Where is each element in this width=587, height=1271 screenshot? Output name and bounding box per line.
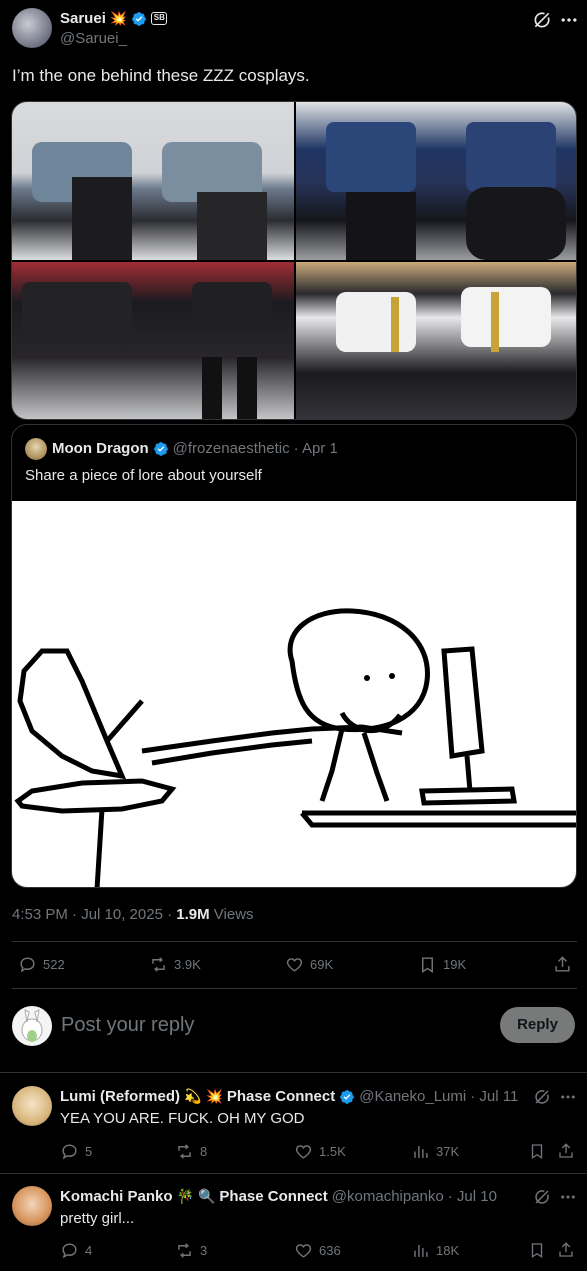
verified-badge-icon bbox=[132, 11, 147, 26]
bookmark-icon bbox=[422, 957, 433, 973]
views-chart-icon bbox=[414, 1244, 428, 1257]
reply-date[interactable]: · Jul 10 bbox=[448, 1188, 497, 1205]
comet-emoji-icon: 💫 bbox=[184, 1088, 202, 1104]
like-count: 636 bbox=[319, 1243, 341, 1258]
reply-text: YEA YOU ARE. FUCK. OH MY GOD bbox=[60, 1110, 305, 1127]
heart-icon bbox=[286, 958, 303, 972]
views-action[interactable]: 18K bbox=[411, 1241, 459, 1260]
repost-count: 8 bbox=[200, 1144, 208, 1159]
quote-author-avatar bbox=[25, 438, 47, 460]
repost-icon bbox=[178, 1243, 191, 1258]
media-photo-1[interactable] bbox=[12, 102, 294, 260]
grok-icon[interactable] bbox=[532, 10, 552, 30]
author-name[interactable]: Saruei bbox=[60, 10, 106, 27]
views-chart-icon bbox=[414, 1145, 428, 1158]
bookmark-action[interactable]: 19K bbox=[418, 955, 466, 974]
reply-author-avatar[interactable] bbox=[12, 1086, 52, 1126]
quote-author-name: Moon Dragon bbox=[52, 440, 149, 457]
reply-author-avatar[interactable] bbox=[12, 1186, 52, 1226]
views-count: 37K bbox=[436, 1144, 460, 1159]
quoted-post[interactable]: Moon Dragon @frozenaesthetic · Apr 1 Sha… bbox=[11, 424, 577, 888]
repost-action[interactable]: 3.9K bbox=[149, 955, 201, 974]
bamboo-emoji-icon: 🎋 bbox=[176, 1188, 194, 1204]
media-photo-4[interactable] bbox=[296, 262, 576, 419]
repost-action[interactable]: 3 bbox=[175, 1241, 207, 1260]
bookmark-icon[interactable] bbox=[528, 1142, 546, 1160]
reply-author-org[interactable]: Phase Connect bbox=[227, 1088, 335, 1105]
reply-icon bbox=[62, 1243, 77, 1259]
repost-count: 3 bbox=[200, 1243, 208, 1258]
bookmark-icon[interactable] bbox=[528, 1241, 546, 1259]
grok-icon[interactable] bbox=[533, 1088, 551, 1106]
like-action[interactable]: 1.5K bbox=[294, 1142, 346, 1161]
current-user-avatar[interactable] bbox=[12, 1006, 52, 1046]
like-count: 69K bbox=[310, 957, 334, 972]
reply-count: 522 bbox=[43, 957, 65, 972]
post-text: I’m the one behind these ZZZ cosplays. bbox=[12, 66, 310, 85]
verified-badge-icon bbox=[153, 441, 168, 456]
quote-author-handle: @frozenaesthetic bbox=[172, 440, 290, 457]
media-grid[interactable] bbox=[11, 101, 577, 420]
repost-icon bbox=[178, 1144, 191, 1159]
like-count: 1.5K bbox=[319, 1144, 346, 1159]
heart-icon bbox=[295, 1145, 312, 1159]
reply-author-name[interactable]: Komachi Panko bbox=[60, 1188, 173, 1205]
reply-date[interactable]: · Jul 11 bbox=[470, 1088, 518, 1105]
magnifier-emoji-icon: 🔍 bbox=[197, 1188, 216, 1204]
more-options-icon[interactable] bbox=[559, 1088, 577, 1106]
quote-date: · Apr 1 bbox=[293, 440, 338, 457]
heart-icon bbox=[295, 1244, 312, 1258]
reply-action[interactable]: 522 bbox=[18, 955, 65, 974]
views-action[interactable]: 37K bbox=[411, 1142, 459, 1161]
reply-icon bbox=[20, 957, 35, 973]
bookmark-count: 19K bbox=[443, 957, 467, 972]
affiliate-badge-icon: SB bbox=[151, 12, 168, 25]
quote-meme-image[interactable] bbox=[12, 501, 576, 887]
reply-count: 5 bbox=[85, 1144, 93, 1159]
repost-count: 3.9K bbox=[174, 957, 201, 972]
quote-text: Share a piece of lore about yourself bbox=[25, 467, 262, 484]
reply-input[interactable] bbox=[61, 1010, 481, 1040]
repost-action[interactable]: 8 bbox=[175, 1142, 207, 1161]
repost-icon bbox=[152, 957, 165, 972]
share-icon[interactable] bbox=[557, 1241, 575, 1259]
author-handle[interactable]: @Saruei_ bbox=[60, 30, 127, 47]
like-action[interactable]: 636 bbox=[294, 1241, 341, 1260]
reply-author-handle[interactable]: @Kaneko_Lumi bbox=[359, 1088, 466, 1105]
media-photo-3[interactable] bbox=[12, 262, 294, 419]
verified-badge-icon bbox=[340, 1089, 355, 1104]
reply-author-name[interactable]: Lumi (Reformed) bbox=[60, 1088, 180, 1105]
reply-author-handle[interactable]: @komachipanko bbox=[332, 1188, 444, 1205]
stick-figure-drawing bbox=[14, 608, 576, 887]
more-options-icon[interactable] bbox=[559, 10, 579, 30]
reply-text: pretty girl... bbox=[60, 1210, 135, 1227]
reply-count: 4 bbox=[85, 1243, 93, 1258]
media-photo-2[interactable] bbox=[296, 102, 576, 260]
share-icon[interactable] bbox=[553, 955, 572, 974]
author-avatar[interactable] bbox=[12, 8, 52, 48]
like-action[interactable]: 69K bbox=[285, 955, 333, 974]
views-label: Views bbox=[209, 906, 254, 923]
sparkle-emoji-icon: 💥 bbox=[109, 10, 128, 26]
views-count: 1.9M bbox=[176, 906, 210, 923]
reply-author-org[interactable]: Phase Connect bbox=[219, 1188, 327, 1205]
post-timestamp[interactable]: 4:53 PM · Jul 10, 2025 · bbox=[12, 906, 176, 923]
reply-action[interactable]: 4 bbox=[60, 1241, 92, 1260]
reply-button[interactable]: Reply bbox=[500, 1007, 575, 1043]
reply-icon bbox=[62, 1144, 77, 1160]
grok-icon[interactable] bbox=[533, 1188, 551, 1206]
reply-action[interactable]: 5 bbox=[60, 1142, 92, 1161]
share-icon[interactable] bbox=[557, 1142, 575, 1160]
views-count: 18K bbox=[436, 1243, 460, 1258]
sparkle-emoji-icon: 💥 bbox=[205, 1088, 223, 1104]
more-options-icon[interactable] bbox=[559, 1188, 577, 1206]
